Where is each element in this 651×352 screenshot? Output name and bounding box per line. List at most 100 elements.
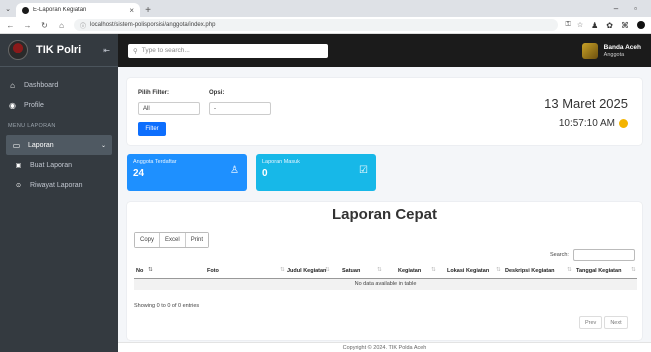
sidebar-item-label: Riwayat Laporan [30,181,83,189]
sort-icon: ⇅ [496,267,501,273]
sort-icon: ⇅ [431,267,436,273]
table-header: No ⇅ Foto ⇅ Judul Kegiatan ⇅ Satuan ⇅ Ke… [134,264,637,279]
brand-title: TIK Polri [36,44,82,56]
browser-tab-bar: ⌄ E-Laporan Kegiatan × + – ▫ [0,0,651,17]
table-title: Laporan Cepat [331,206,437,223]
time-text: 10:57:10 AM [558,118,615,129]
forward-icon[interactable]: → [23,21,32,30]
new-tab-icon[interactable]: + [140,3,156,17]
sidebar-nav: ⌂ Dashboard ◉ Profile MENU LAPORAN ▭ Lap… [0,67,118,195]
stat-card-laporan: Laporan Masuk 0 ☑ [256,154,376,191]
pagination: Prev Next [579,316,628,329]
table-search-label: Search: [550,252,569,258]
column-header-satuan[interactable]: Satuan [342,268,360,274]
copy-button[interactable]: Copy [135,233,161,247]
reload-icon[interactable]: ↻ [40,21,49,30]
extension-leaf-icon[interactable]: ✿ [606,21,613,30]
address-bar: ← → ↻ ⌂ ⓘ localhost/sistem-polisporsisi/… [0,17,651,34]
sidebar-item-profile[interactable]: ◉ Profile [0,95,118,115]
close-tab-icon[interactable]: × [129,6,134,15]
monitor-icon: ▭ [12,140,21,150]
prev-page-button[interactable]: Prev [579,316,603,329]
polri-logo [8,40,28,60]
option-label: Opsi: [209,90,225,96]
stat-value: 0 [262,168,268,179]
back-icon[interactable]: ← [6,21,15,30]
puzzle-icon[interactable]: ⌘ [621,21,629,30]
user-circle-icon: ◉ [9,100,16,110]
stat-value: 24 [133,168,145,179]
user-info: Banda Aceh Anggota [604,44,641,58]
tab-search-icon[interactable]: ⌄ [0,0,16,17]
user-role: Anggota [603,51,625,58]
search-input[interactable]: ⚲ Type to search... [128,43,328,58]
current-date: 13 Maret 2025 [544,96,628,111]
excel-button[interactable]: Excel [160,233,186,247]
column-header-no[interactable]: No [136,268,143,274]
extension-icon[interactable]: ♟ [591,21,598,30]
sort-icon: ⇅ [377,267,382,273]
top-navbar: ⚲ Type to search... Banda Aceh Anggota [118,34,651,67]
sidebar-toggle-icon[interactable]: ⇤ [103,46,110,55]
sidebar: TIK Polri ⇤ ⌂ Dashboard ◉ Profile MENU L… [0,34,118,352]
sort-icon: ⇅ [631,267,636,273]
column-header-judul[interactable]: Judul Kegiatan [287,268,326,274]
filter-button[interactable]: Filter [138,122,166,136]
column-header-lokasi[interactable]: Lokasi Kegiatan [447,268,489,274]
sidebar-section-header: MENU LAPORAN [8,123,56,129]
sort-asc-icon: ⇅ [148,267,153,273]
filter-card: Pilih Filter: All Opsi: - Filter 13 Mare… [127,78,642,145]
url-text: localhost/sistem-polisporsisi/anggota/in… [90,22,216,28]
sort-icon: ⇅ [567,267,572,273]
sort-icon: ⇅ [325,267,330,273]
maximize-icon[interactable]: ▫ [634,4,637,13]
history-icon: ⊙ [15,182,22,189]
sidebar-item-laporan[interactable]: ▭ Laporan ⌄ [6,135,112,155]
print-button[interactable]: Print [185,233,209,247]
sidebar-item-buat-laporan[interactable]: ▣ Buat Laporan [0,155,118,175]
clipboard-check-icon: ☑ [359,165,368,176]
profile-avatar[interactable] [637,21,645,29]
browser-extensions: ♟ ✿ ⌘ [591,21,645,30]
filter-select[interactable]: All [138,102,200,115]
next-page-button[interactable]: Next [604,316,628,329]
minimize-icon[interactable]: – [614,4,618,13]
export-buttons: Copy Excel Print [134,232,210,248]
footer: Copyright © 2024. TIK Polda Aceh [118,342,651,352]
chevron-down-icon: ⌄ [100,142,106,149]
avatar [581,42,598,59]
user-icon: ♙ [230,165,239,176]
stat-title: Laporan Masuk [262,159,300,165]
column-header-deskripsi[interactable]: Deskripsi Kegiatan [505,268,555,274]
search-icon: ⚲ [133,47,138,55]
password-key-icon[interactable]: ⚿ [566,21,571,29]
laporan-table-card: Laporan Cepat Copy Excel Print Search: N… [127,202,642,340]
tab-favicon [22,6,29,14]
file-icon: ▣ [15,162,22,169]
home-browser-icon[interactable]: ⌂ [57,21,66,30]
filter-label: Pilih Filter: [138,90,170,96]
table-search-input[interactable] [573,249,635,261]
stat-title: Anggota Terdaftar [133,159,177,165]
browser-tab[interactable]: E-Laporan Kegiatan × [16,3,140,17]
url-field[interactable]: ⓘ localhost/sistem-polisporsisi/anggota/… [74,19,558,31]
site-info-icon[interactable]: ⓘ [80,21,86,30]
tab-title: E-Laporan Kegiatan [33,7,87,13]
sidebar-item-label: Buat Laporan [30,161,73,169]
table-info: Showing 0 to 0 of 0 entries [134,303,200,309]
column-header-kegiatan[interactable]: Kegiatan [398,268,421,274]
search-placeholder: Type to search... [141,47,190,54]
empty-table-row: No data available in table [134,279,637,290]
option-select[interactable]: - [209,102,271,115]
column-header-foto[interactable]: Foto [207,268,219,274]
sidebar-item-riwayat-laporan[interactable]: ⊙ Riwayat Laporan [0,175,118,195]
smile-emoji-icon [619,119,628,128]
column-header-tanggal[interactable]: Tanggal Kegiatan [576,268,621,274]
brand: TIK Polri ⇤ [0,34,118,67]
sidebar-item-dashboard[interactable]: ⌂ Dashboard [0,75,118,95]
sidebar-item-label: Profile [24,101,44,109]
bookmark-star-icon[interactable]: ☆ [577,21,583,29]
user-menu[interactable]: Banda Aceh Anggota [581,42,641,59]
main-content: Pilih Filter: All Opsi: - Filter 13 Mare… [118,67,651,352]
url-actions: ⚿ ☆ [566,21,584,29]
